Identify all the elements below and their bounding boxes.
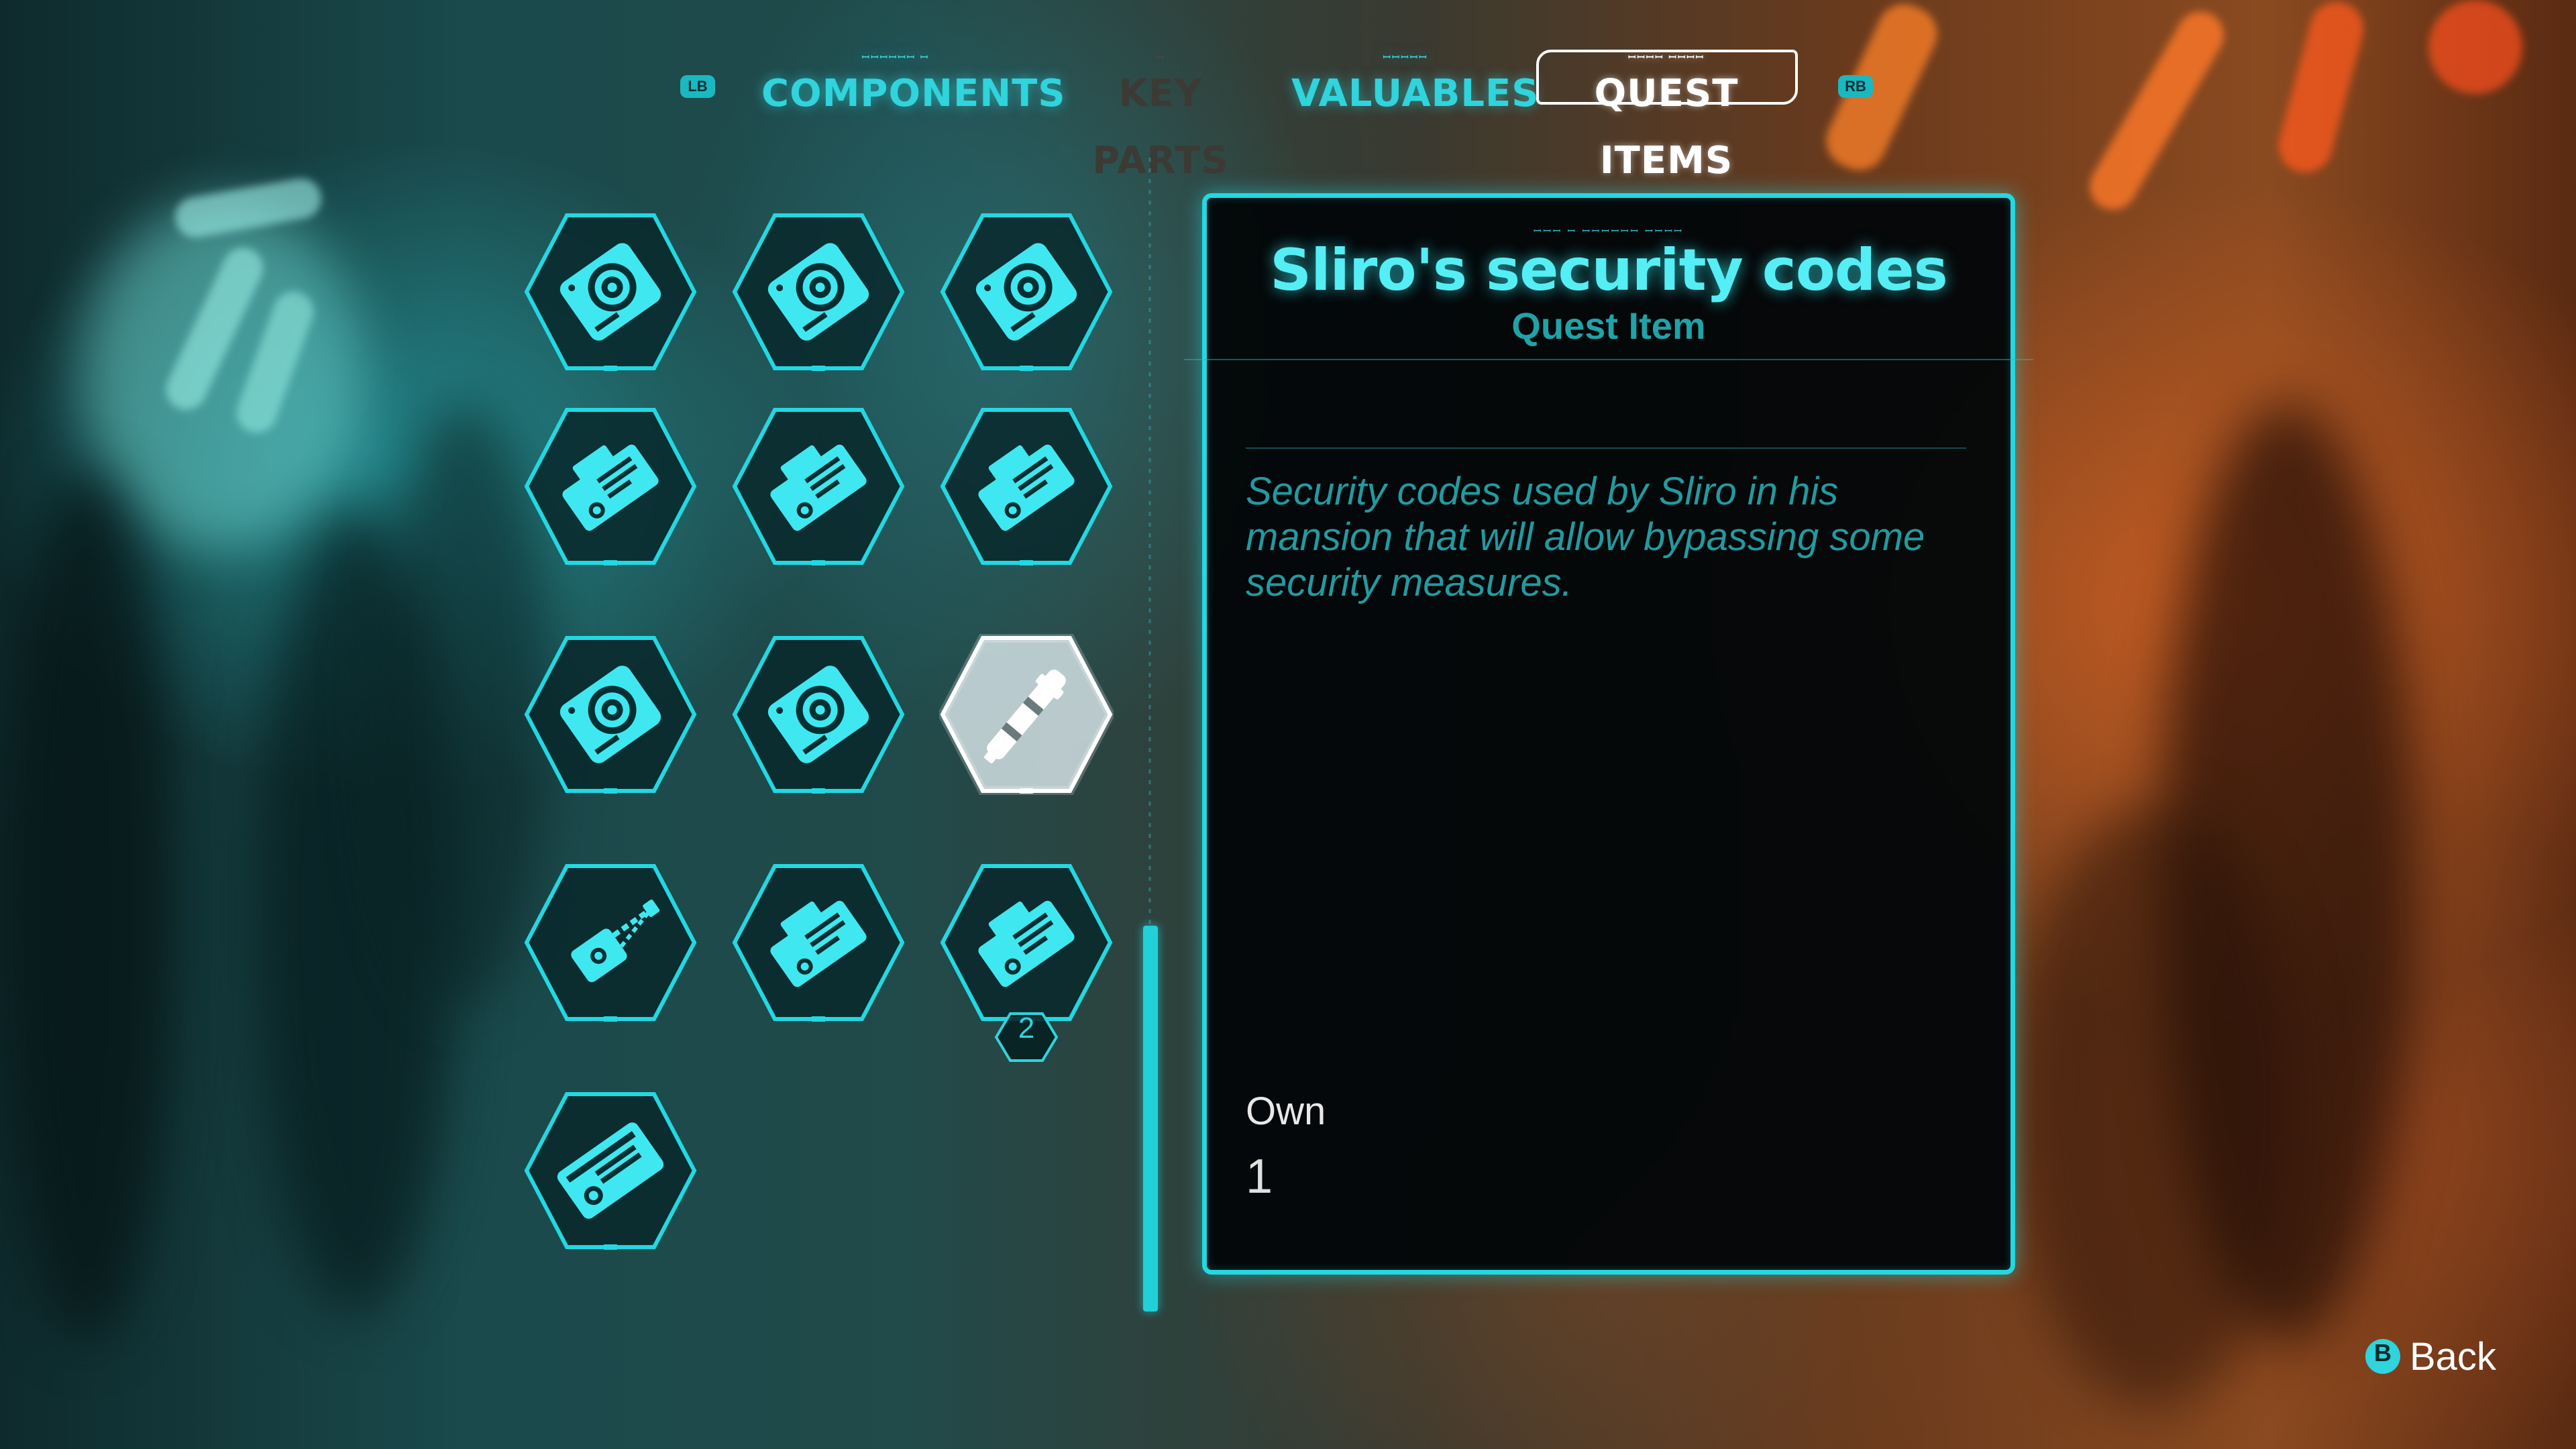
tab-glyphs: ꟷꟷꟷꟷ ꟷꟷꟷꟷ	[1627, 52, 1705, 63]
inventory-slot[interactable]	[523, 1090, 698, 1251]
own-count: 1	[1246, 1150, 1273, 1203]
lb-button-hint[interactable]: LB	[680, 75, 715, 98]
inventory-slot[interactable]	[523, 406, 698, 567]
keycard-icon	[523, 406, 698, 567]
tab-valuables[interactable]: ꟷꟷꟷꟷꟷ VALUABLES	[1291, 52, 1539, 127]
tab-glyphs: ꟷꟷꟷꟷꟷꟷ ꟷ	[861, 52, 930, 63]
inventory-screen: LB ꟷꟷꟷꟷꟷꟷ ꟷ COMPONENTS ꟷ KEY PARTS ꟷꟷꟷꟷꟷ…	[0, 0, 2576, 1449]
tab-key-parts[interactable]: ꟷ KEY PARTS	[1050, 52, 1271, 182]
item-category: Quest Item	[1511, 305, 1706, 347]
inventory-slot[interactable]	[731, 406, 906, 567]
code-cylinder-icon	[939, 634, 1114, 795]
data-disc-icon	[939, 211, 1114, 372]
inventory-slot[interactable]	[939, 211, 1114, 372]
keycard-icon	[939, 862, 1114, 1023]
data-disc-icon	[523, 634, 698, 795]
keycard-icon	[731, 862, 906, 1023]
tab-glyphs: ꟷꟷꟷꟷꟷ	[1383, 52, 1428, 63]
b-button-icon: B	[2365, 1339, 2400, 1374]
inventory-slot[interactable]	[523, 862, 698, 1023]
tab-label: COMPONENTS	[761, 72, 1066, 115]
item-title: Sliro's security codes	[1270, 237, 1948, 304]
inventory-slot[interactable]	[731, 862, 906, 1023]
item-detail-panel: ꟷꟷꟷ ꟷ ꟷꟷꟷꟷꟷꟷ ꟷꟷꟷꟷ Sliro's security codes…	[1184, 193, 2033, 1275]
data-disc-icon	[523, 211, 698, 372]
description-divider	[1246, 447, 1966, 449]
tab-label: QUEST ITEMS	[1594, 72, 1739, 182]
inventory-slot[interactable]	[523, 211, 698, 372]
datapad-probe-icon	[523, 862, 698, 1023]
data-disc-icon	[731, 634, 906, 795]
inventory-slot[interactable]	[939, 862, 1114, 1023]
keycard-icon	[731, 406, 906, 567]
back-label: Back	[2410, 1335, 2496, 1379]
inventory-slot[interactable]	[523, 634, 698, 795]
title-glyphs: ꟷꟷꟷ ꟷ ꟷꟷꟷꟷꟷꟷ ꟷꟷꟷꟷ	[1534, 226, 1684, 237]
inventory-slot-selected[interactable]	[939, 634, 1114, 795]
stack-count-badge: 2	[994, 1012, 1059, 1063]
keycard-icon	[939, 406, 1114, 567]
rb-button-hint[interactable]: RB	[1838, 75, 1873, 98]
tab-label: VALUABLES	[1291, 72, 1540, 115]
category-tab-bar: LB ꟷꟷꟷꟷꟷꟷ ꟷ COMPONENTS ꟷ KEY PARTS ꟷꟷꟷꟷꟷ…	[671, 40, 1905, 182]
inventory-slot[interactable]	[731, 211, 906, 372]
item-description: Security codes used by Sliro in his mans…	[1246, 470, 1925, 604]
tab-quest-items[interactable]: ꟷꟷꟷꟷ ꟷꟷꟷꟷ QUEST ITEMS	[1539, 52, 1794, 182]
inventory-grid: 2	[517, 201, 1134, 1288]
inventory-slot[interactable]	[731, 634, 906, 795]
inventory-slot[interactable]	[939, 406, 1114, 567]
own-label: Own	[1246, 1089, 1326, 1133]
header-divider	[1184, 359, 2033, 360]
grid-scrollbar-thumb[interactable]	[1143, 926, 1158, 1311]
access-card-icon	[523, 1090, 698, 1251]
data-disc-icon	[731, 211, 906, 372]
tab-components[interactable]: ꟷꟷꟷꟷꟷꟷ ꟷ COMPONENTS	[761, 52, 1065, 127]
stack-count: 2	[1018, 1012, 1035, 1044]
tab-glyphs: ꟷ	[1156, 52, 1165, 63]
